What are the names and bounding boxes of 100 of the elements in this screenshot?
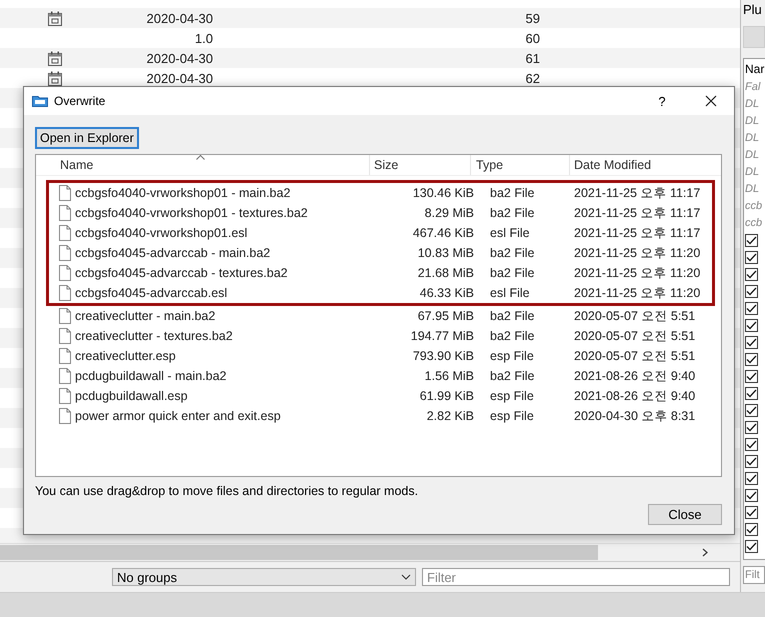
file-row[interactable]: pcdugbuildawall.esp 61.99 KiB esp File 2021-08-26 오전 9:40 [49,386,712,406]
file-date: 2021-11-25 오후 11:20 [573,244,700,262]
plugin-checkbox[interactable] [745,540,758,553]
plugin-checkbox[interactable] [745,438,758,451]
filter-field[interactable]: Filt [743,566,765,584]
list-row[interactable]: 2020-04-30 61 [0,48,740,68]
plugin-name[interactable]: DL [745,147,760,164]
file-size: 8.29 MiB [424,206,474,220]
plugin-checkbox[interactable] [745,370,758,383]
plugin-checkbox[interactable] [745,387,758,400]
file-name[interactable]: ccbgsfo4045-advarccab - textures.ba2 [71,266,395,280]
hint-text: You can use drag&drop to move files and directories to regular mods. [35,484,420,498]
file-name[interactable]: ccbgsfo4040-vrworkshop01 - main.ba2 [71,186,395,200]
file-row[interactable]: ccbgsfo4045-advarccab - main.ba2 10.83 MiB ba2 File 2021-11-25 오후 11:20 [49,243,712,263]
priority-text: 61 [524,50,540,66]
plugin-name[interactable]: Fal [745,79,760,96]
file-name[interactable]: power armor quick enter and exit.esp [71,409,395,423]
file-size: 467.46 KiB [412,226,474,240]
column-header[interactable]: Nar [745,59,765,79]
plugin-name[interactable]: DL [745,164,760,181]
file-name[interactable]: pcdugbuildawall - main.ba2 [71,369,395,383]
plugin-checkbox[interactable] [745,353,758,366]
caret-icon [401,574,411,580]
file-row[interactable]: ccbgsfo4040-vrworkshop01 - textures.ba2 8.29 MiB ba2 File 2021-11-25 오후 11:17 [49,203,712,223]
plugin-checkbox[interactable] [745,285,758,298]
file-name[interactable]: creativeclutter - textures.ba2 [71,329,395,343]
check-icon [746,474,757,483]
check-icon [746,338,757,347]
close-button[interactable]: Close [648,504,722,525]
group-select[interactable]: No groups [112,568,416,586]
file-row[interactable]: creativeclutter.esp 793.90 KiB esp File 2020-05-07 오전 5:51 [49,346,712,366]
filter-field[interactable]: Filter [422,568,730,586]
plugin-checkbox[interactable] [745,234,758,247]
file-name[interactable]: ccbgsfo4045-advarccab - main.ba2 [71,246,395,260]
plugin-checkbox[interactable] [745,268,758,281]
column-header[interactable]: Name [36,155,370,175]
file-name[interactable]: creativeclutter.esp [71,349,395,363]
plugin-name[interactable]: DL [745,96,760,113]
plugin-checkbox[interactable] [745,319,758,332]
plugin-checkbox[interactable] [745,302,758,315]
help-button[interactable]: ? [642,87,682,115]
file-row[interactable]: pcdugbuildawall - main.ba2 1.56 MiB ba2 File 2021-08-26 오전 9:40 [49,366,712,386]
plugin-checkbox[interactable] [745,336,758,349]
check-icon [746,508,757,517]
file-date: 2020-05-07 오전 5:51 [573,308,696,324]
file-type: esp File [489,409,535,423]
plugin-checkbox[interactable] [745,472,758,485]
file-name[interactable]: pcdugbuildawall.esp [71,389,395,403]
plugin-name[interactable]: DL [745,113,760,130]
file-type: ba2 File [489,186,536,200]
version-text: 1.0 [194,30,213,46]
file-name[interactable]: ccbgsfo4040-vrworkshop01.esl [71,226,395,240]
file-icon [59,388,71,404]
check-icon [746,287,757,296]
version-text: 2020-04-30 [146,70,213,86]
version-text: 2020-04-30 [146,10,213,26]
file-row[interactable]: ccbgsfo4045-advarccab - textures.ba2 21.68 MiB ba2 File 2021-11-25 오후 11:20 [49,263,712,283]
file-name[interactable]: ccbgsfo4045-advarccab.esl [71,286,395,300]
check-icon [746,457,757,466]
scroll-right-icon[interactable] [702,548,708,557]
column-header[interactable]: Size [370,155,471,175]
check-icon [746,491,757,500]
plugin-name[interactable]: ccb [745,215,762,232]
file-row[interactable]: ccbgsfo4045-advarccab.esl 46.33 KiB esl File 2021-11-25 오후 11:20 [49,283,712,303]
priority-text: 59 [524,10,540,26]
plugin-name[interactable]: DL [745,130,760,147]
plugin-checkbox[interactable] [745,421,758,434]
file-icon [59,185,71,201]
file-row[interactable]: creativeclutter - textures.ba2 194.77 MiB ba2 File 2020-05-07 오전 5:51 [49,326,712,346]
file-name[interactable]: ccbgsfo4040-vrworkshop01 - textures.ba2 [71,206,395,220]
file-row[interactable]: ccbgsfo4040-vrworkshop01.esl 467.46 KiB esl File 2021-11-25 오후 11:17 [49,223,712,243]
plugin-checkbox[interactable] [745,455,758,468]
horizontal-scrollbar[interactable] [0,543,740,561]
plugin-checkbox[interactable] [745,489,758,502]
file-name[interactable]: creativeclutter - main.ba2 [71,309,395,323]
plugin-checkbox[interactable] [745,404,758,417]
file-row[interactable]: creativeclutter - main.ba2 67.95 MiB ba2 File 2020-05-07 오전 5:51 [49,306,712,326]
file-size: 130.46 KiB [412,186,474,200]
calendar-icon [48,50,62,66]
file-size: 67.95 MiB [416,309,474,323]
column-header[interactable]: Type [471,155,570,175]
file-type: ba2 File [489,206,536,220]
column-header[interactable]: Date Modified [570,155,710,175]
plugin-checkbox[interactable] [745,506,758,519]
file-row[interactable]: ccbgsfo4040-vrworkshop01 - main.ba2 130.46 KiB ba2 File 2021-11-25 오후 11:17 [49,183,712,203]
file-size: 21.68 MiB [416,266,474,280]
plugin-name[interactable]: DL [745,181,760,198]
plugin-checkbox[interactable] [745,523,758,536]
plugin-name[interactable]: ccb [745,198,762,215]
list-row[interactable]: 2020-04-30 59 [0,8,740,28]
file-type: ba2 File [489,266,536,280]
check-icon [746,389,757,398]
file-size: 1.56 MiB [424,369,474,383]
file-size: 46.33 KiB [418,286,474,300]
file-size: 2.82 KiB [426,409,474,423]
version-text: 2020-04-30 [146,50,213,66]
file-row[interactable]: power armor quick enter and exit.esp 2.82 KiB esp File 2020-04-30 오후 8:31 [49,406,712,426]
open-in-explorer-button[interactable]: Open in Explorer [35,127,139,149]
plugin-checkbox[interactable] [745,251,758,264]
file-icon [59,308,71,324]
